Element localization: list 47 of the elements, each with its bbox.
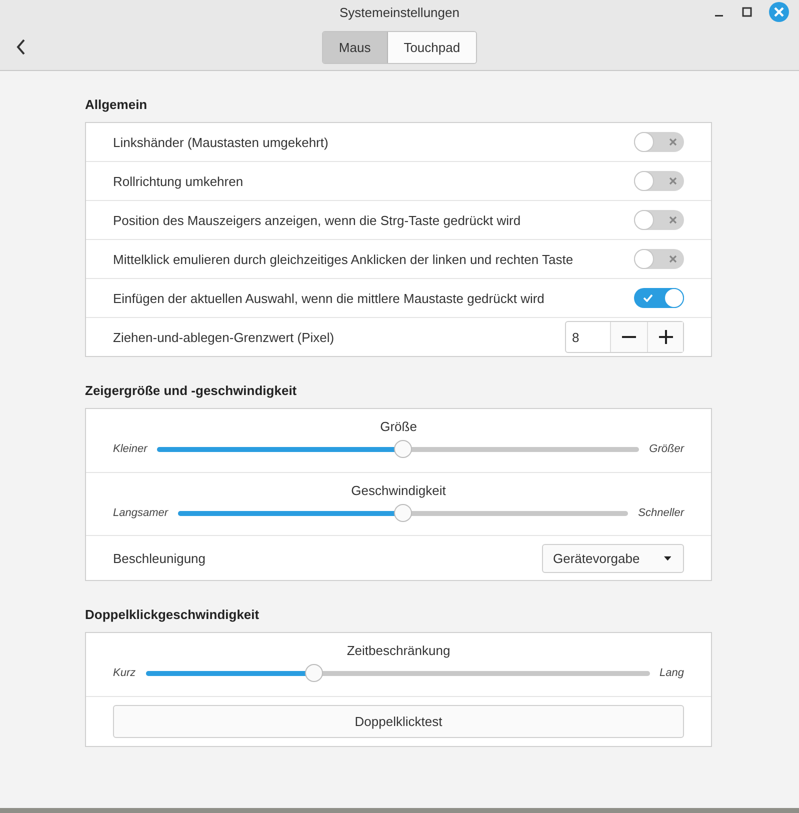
slider-label: Geschwindigkeit bbox=[351, 483, 446, 498]
toggle-switch[interactable] bbox=[634, 132, 684, 152]
slider-max-label: Schneller bbox=[638, 507, 684, 519]
slider-label: Größe bbox=[380, 419, 417, 434]
setting-label: Einfügen der aktuellen Auswahl, wenn die mittlere Maustaste gedrückt wird bbox=[113, 290, 544, 306]
slider-handle[interactable] bbox=[305, 664, 324, 682]
slider-label: Zeitbeschränkung bbox=[346, 643, 450, 658]
toggle-switch[interactable] bbox=[634, 249, 684, 269]
slider-min-label: Kleiner bbox=[113, 443, 148, 455]
slider-min-label: Langsamer bbox=[113, 507, 168, 519]
dropdown-arrow-icon bbox=[664, 554, 671, 562]
cross-icon bbox=[669, 216, 677, 224]
slider-track[interactable] bbox=[178, 510, 628, 516]
toggle-switch[interactable] bbox=[634, 171, 684, 191]
slider-track[interactable] bbox=[157, 446, 640, 452]
slider-handle[interactable] bbox=[394, 440, 412, 458]
check-icon bbox=[643, 294, 653, 302]
toggle-switch[interactable] bbox=[634, 210, 684, 230]
cross-icon bbox=[669, 177, 677, 185]
section-title: Zeigergröße und -geschwindigkeit bbox=[85, 383, 298, 398]
close-icon[interactable] bbox=[769, 2, 789, 22]
slider-min-label: Kurz bbox=[113, 667, 136, 679]
setting-label: Mittelklick emulieren durch gleichzeitiges Anklicken der linken und rechten Taste bbox=[113, 252, 574, 266]
toggle-switch[interactable] bbox=[634, 288, 684, 308]
decrease-button[interactable] bbox=[611, 322, 647, 352]
slider-track[interactable] bbox=[146, 670, 650, 676]
increase-button[interactable] bbox=[647, 322, 683, 352]
test-button[interactable]: Doppelklicktest bbox=[113, 705, 684, 738]
window-title: Systemeinstellungen bbox=[340, 5, 460, 20]
setting-label: Linkshänder (Maustasten umgekehrt) bbox=[113, 134, 328, 150]
setting-label: Position des Mauszeigers anzeigen, wenn die Strg-Taste gedrückt wird bbox=[113, 212, 521, 228]
cross-icon bbox=[669, 138, 677, 146]
dropdown[interactable]: Gerätevorgabe bbox=[542, 544, 684, 572]
slider-max-label: Lang bbox=[660, 667, 684, 679]
tab[interactable]: Maus bbox=[322, 32, 388, 63]
cross-icon bbox=[669, 255, 677, 263]
setting-label: Rollrichtung umkehren bbox=[113, 174, 244, 188]
setting-label: Ziehen-und-ablegen-Grenzwert (Pixel) bbox=[113, 330, 334, 344]
section-title: Doppelklickgeschwindigkeit bbox=[85, 607, 260, 622]
tab[interactable]: Touchpad bbox=[388, 32, 476, 63]
section-title: Allgemein bbox=[85, 97, 148, 112]
maximize-icon[interactable] bbox=[741, 6, 753, 18]
slider-handle[interactable] bbox=[394, 504, 412, 522]
slider-max-label: Größer bbox=[649, 443, 684, 455]
setting-label: Beschleunigung bbox=[113, 550, 206, 566]
back-icon[interactable] bbox=[16, 39, 26, 55]
plus-icon bbox=[658, 330, 672, 344]
